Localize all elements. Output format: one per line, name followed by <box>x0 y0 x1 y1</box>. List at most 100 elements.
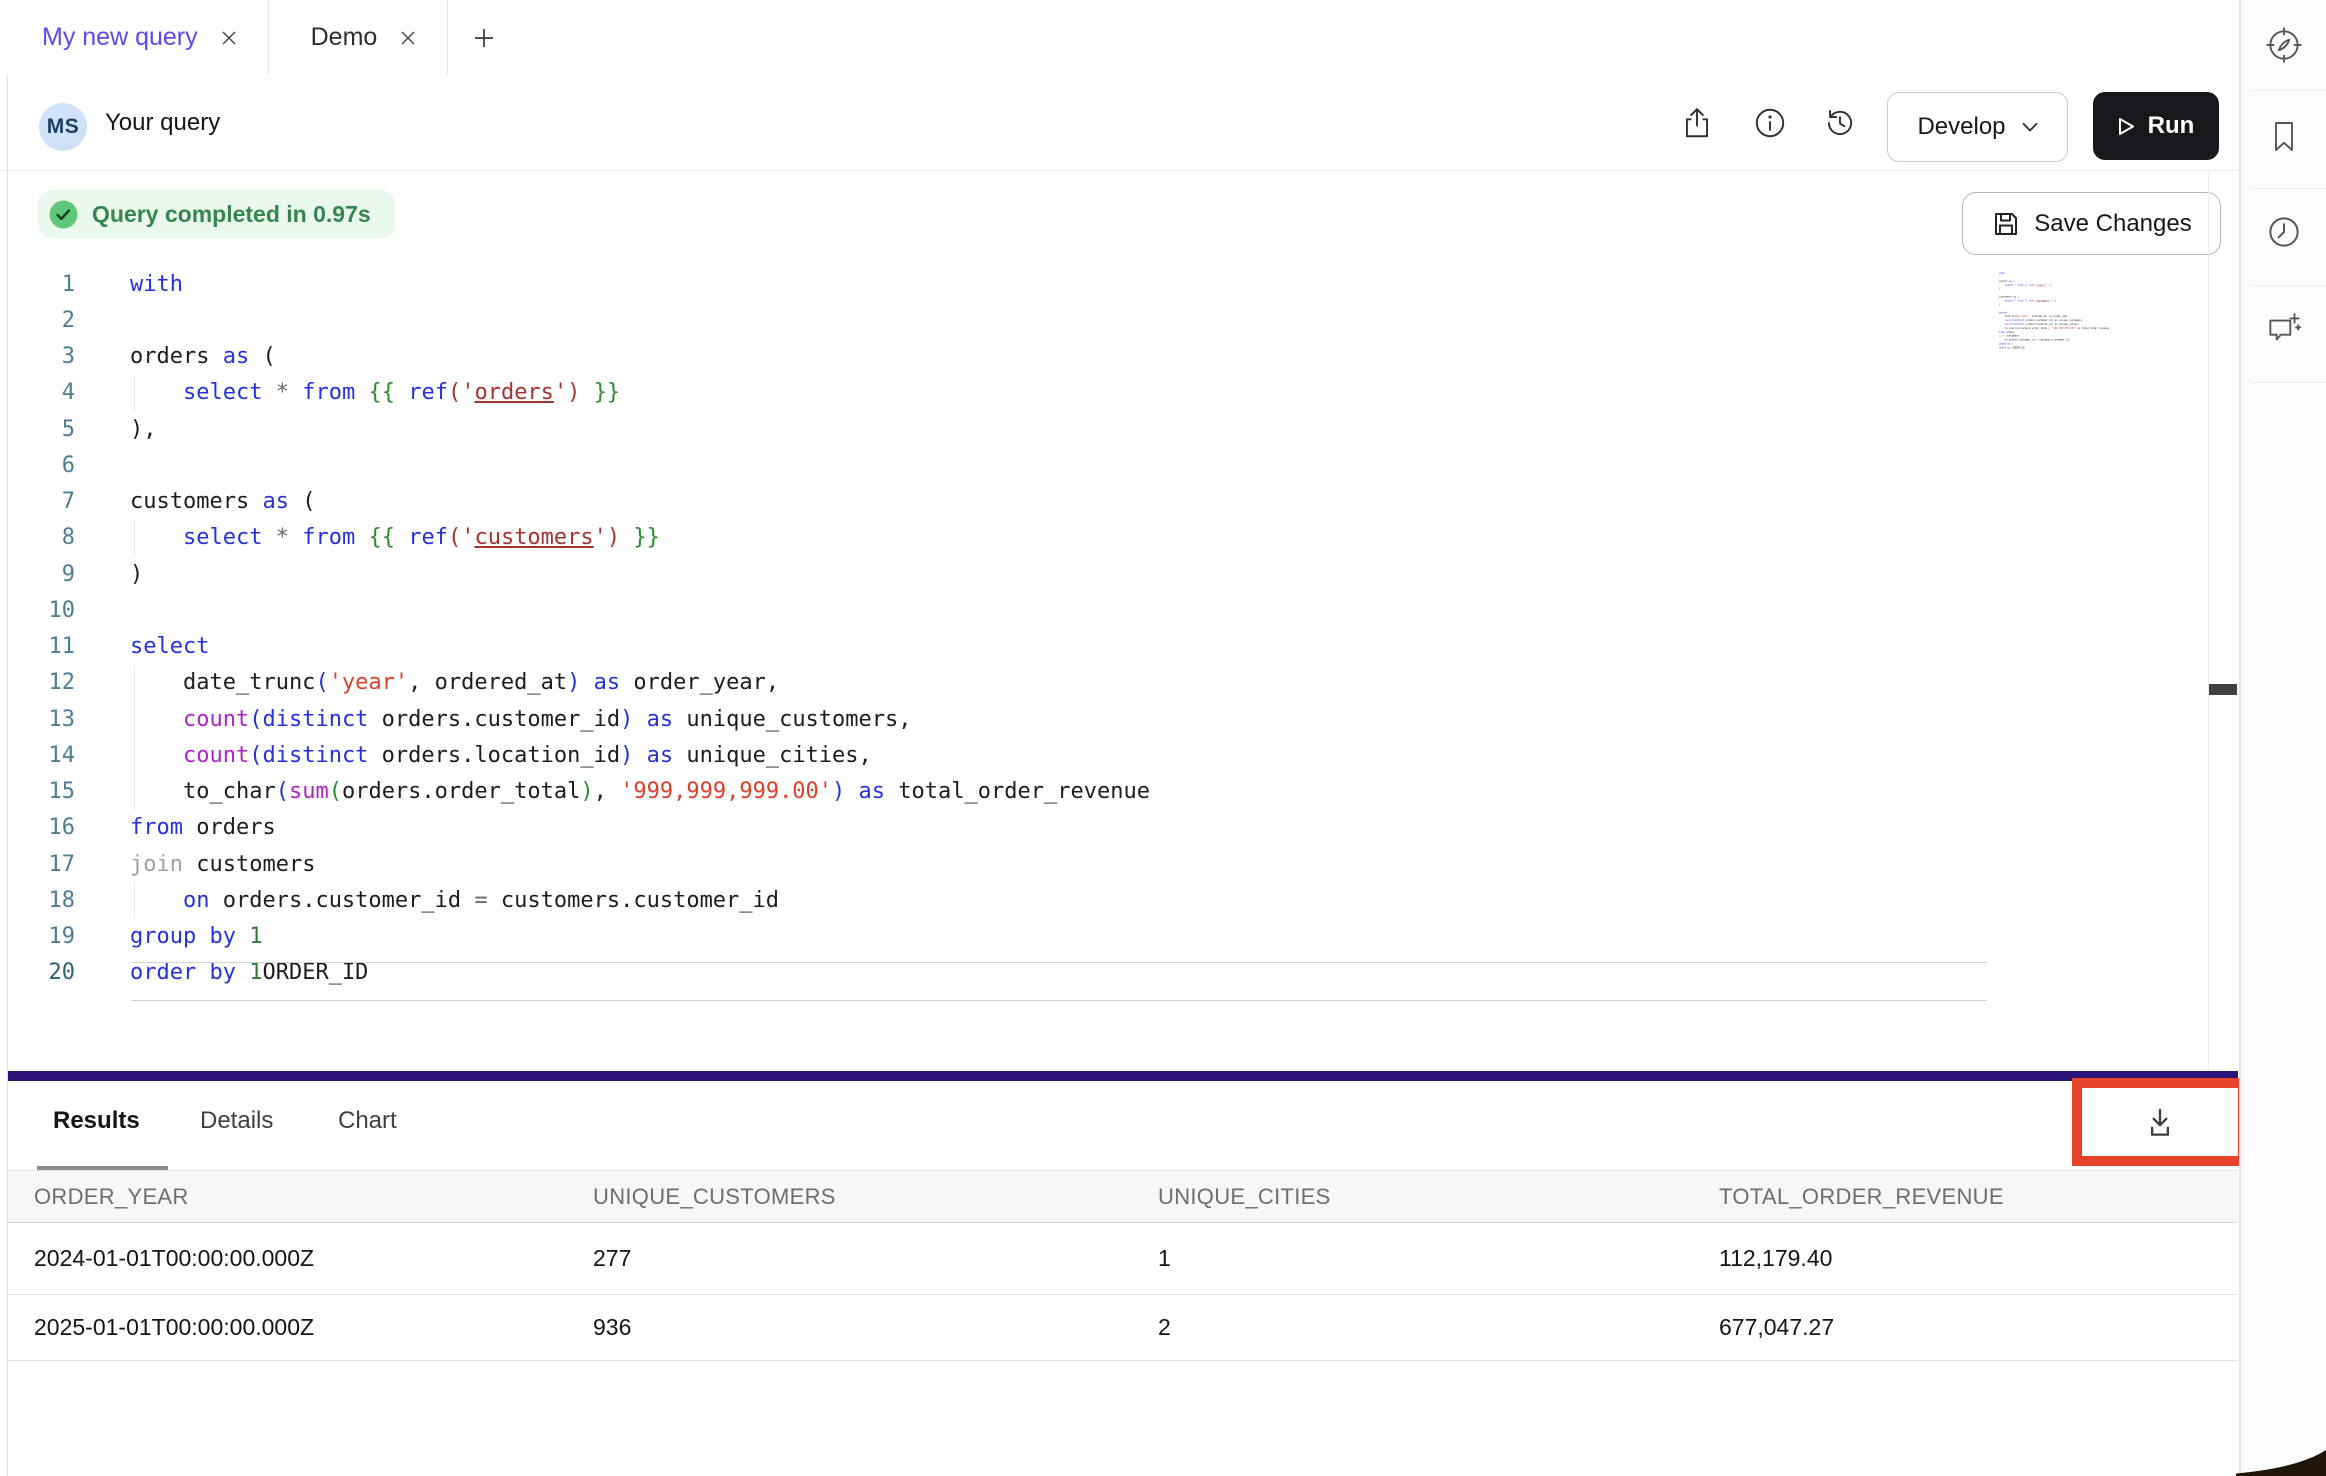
line-number: 3 <box>0 344 75 369</box>
line-number: 1 <box>0 272 75 297</box>
line-number: 18 <box>0 888 75 913</box>
line-number: 19 <box>0 924 75 949</box>
table-row[interactable]: 2025-01-01T00:00:00.000Z9362677,047.27 <box>7 1295 2238 1361</box>
tab-my-new-query[interactable]: My new query <box>0 0 269 75</box>
bookmark-icon <box>2264 117 2304 157</box>
editor-scrollbar-thumb[interactable] <box>2209 684 2237 695</box>
code-editor[interactable]: 1 with 2 3 orders as ( 4 select * from {{ ref… <box>0 266 2205 991</box>
close-icon[interactable] <box>399 29 417 47</box>
tab-chart[interactable]: Chart <box>338 1107 397 1135</box>
main-panel-left-border <box>7 75 8 1476</box>
line-number: 4 <box>0 380 75 405</box>
column-header: TOTAL_ORDER_REVENUE <box>1719 1171 2004 1222</box>
history-button[interactable] <box>1821 104 1859 142</box>
download-results-button-highlighted[interactable] <box>2072 1078 2248 1166</box>
ai-assistant-button[interactable] <box>2241 300 2326 360</box>
code-line-7[interactable]: 7customers as ( <box>0 484 2205 520</box>
table-cell: 112,179.40 <box>1719 1223 1832 1294</box>
code-line-19[interactable]: 19group by 1 <box>0 919 2205 955</box>
sidebar-divider <box>2251 90 2326 91</box>
tab-label: Demo <box>311 23 378 52</box>
bookmarks-button[interactable] <box>2241 107 2326 167</box>
code-text: customers as ( <box>130 489 315 514</box>
explore-button[interactable] <box>2241 15 2326 75</box>
code-text: ) <box>1999 303 2000 306</box>
code-line-13[interactable]: 13 count(distinct orders.customer_id) as… <box>0 701 2205 737</box>
code-text: join customers <box>130 852 315 877</box>
tab-details[interactable]: Details <box>200 1107 273 1135</box>
column-header: ORDER_YEAR <box>34 1171 189 1222</box>
tab-label: My new query <box>42 23 198 52</box>
code-line-17[interactable]: 17 join customers <box>0 846 2205 882</box>
save-label: Save Changes <box>2034 210 2191 238</box>
editor-minimap[interactable]: withorders as ( select * from {{ ref('or… <box>1993 272 2133 356</box>
code-line-15[interactable]: 15 to_char(sum(orders.order_total), '999… <box>0 774 2205 810</box>
table-cell: 2024-01-01T00:00:00.000Z <box>34 1223 314 1294</box>
code-text: count(distinct orders.customer_id) as un… <box>1999 319 2083 322</box>
line-number: 12 <box>0 670 75 695</box>
tab-results[interactable]: Results <box>53 1107 140 1135</box>
code-line-1[interactable]: 1 with <box>0 266 2205 302</box>
results-tab-bar: Results Details Chart <box>0 1081 2238 1171</box>
new-tab-button[interactable] <box>448 0 516 75</box>
code-line-9[interactable]: 9) <box>0 556 2205 592</box>
right-sidebar <box>2240 0 2326 1476</box>
table-cell: 277 <box>593 1223 631 1294</box>
code-text: date_trunc('year', ordered_at) as order_… <box>1999 315 2069 318</box>
tab-bar: My new query Demo <box>0 0 2240 76</box>
download-icon <box>2139 1101 2181 1143</box>
code-text: ), <box>1999 288 2002 291</box>
save-icon <box>1991 209 2021 239</box>
code-text: ) <box>130 562 143 587</box>
line-number: 17 <box>0 852 75 877</box>
save-changes-button[interactable]: Save Changes <box>1962 192 2221 255</box>
line-number: 5 <box>0 417 75 442</box>
code-text: orders as ( <box>130 344 276 369</box>
code-line-11[interactable]: 11 select <box>0 629 2205 665</box>
tab-demo[interactable]: Demo <box>269 0 449 75</box>
compass-icon <box>2263 24 2305 66</box>
code-text: select <box>1999 311 2008 314</box>
info-button[interactable] <box>1751 104 1789 142</box>
code-text: customers as ( <box>1999 295 2019 298</box>
run-label: Run <box>2148 112 2195 140</box>
close-icon[interactable] <box>220 29 238 47</box>
query-editor-app: My new query Demo MS Your query <box>0 0 2326 1476</box>
code-line-2[interactable]: 2 <box>0 302 2205 338</box>
code-line-3[interactable]: 3 orders as ( <box>0 339 2205 375</box>
avatar: MS <box>39 103 87 151</box>
line-number: 8 <box>0 525 75 550</box>
code-line-5[interactable]: 5), <box>0 411 2205 447</box>
column-header: UNIQUE_CUSTOMERS <box>593 1171 836 1222</box>
code-line-10[interactable]: 10 <box>0 592 2205 628</box>
play-icon <box>2118 117 2135 136</box>
code-text: date_trunc('year', ordered_at) as order_… <box>130 670 779 695</box>
table-cell: 677,047.27 <box>1719 1295 1834 1360</box>
sidebar-divider <box>2251 285 2326 286</box>
code-text: select <box>130 634 209 659</box>
code-line-18[interactable]: 18 on orders.customer_id = customers.cus… <box>0 882 2205 918</box>
code-text: on orders.customer_id = customers.custom… <box>130 888 779 913</box>
code-line-4[interactable]: 4 select * from {{ ref('orders') }} <box>0 375 2205 411</box>
history-sidebar-button[interactable] <box>2241 202 2326 262</box>
panel-divider[interactable] <box>7 1071 2238 1081</box>
corner-overlay <box>2226 1436 2326 1476</box>
code-line-16[interactable]: 16from orders <box>0 810 2205 846</box>
code-line-6[interactable]: 6 <box>0 447 2205 483</box>
editor-scrollbar-track <box>2208 170 2209 1071</box>
info-icon <box>1752 105 1788 141</box>
code-line-12[interactable]: 12 date_trunc('year', ordered_at) as ord… <box>0 665 2205 701</box>
line-number: 13 <box>0 707 75 732</box>
code-text: select * from {{ ref('customers') }} <box>130 525 660 550</box>
share-button[interactable] <box>1678 104 1716 142</box>
sidebar-divider <box>2251 382 2326 383</box>
code-text: with <box>130 272 183 297</box>
run-button[interactable]: Run <box>2093 92 2219 160</box>
develop-dropdown[interactable]: Develop <box>1887 92 2068 162</box>
table-row[interactable]: 2024-01-01T00:00:00.000Z2771112,179.40 <box>7 1223 2238 1295</box>
code-line-8[interactable]: 8 select * from {{ ref('customers') }} <box>0 520 2205 556</box>
code-text: count(distinct orders.location_id) as un… <box>1999 323 2079 326</box>
table-cell: 936 <box>593 1295 631 1360</box>
code-line-14[interactable]: 14 count(distinct orders.location_id) as… <box>0 737 2205 773</box>
line-number: 11 <box>0 634 75 659</box>
